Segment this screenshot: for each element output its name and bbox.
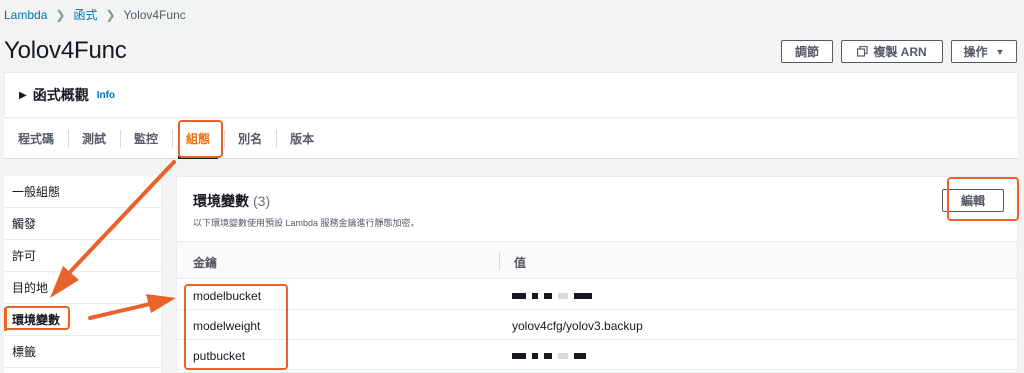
annotation-arrows xyxy=(50,160,176,320)
arrow-line xyxy=(68,160,176,274)
arrow-line xyxy=(88,302,152,320)
arrowhead xyxy=(146,294,176,313)
arrowhead xyxy=(50,266,79,298)
